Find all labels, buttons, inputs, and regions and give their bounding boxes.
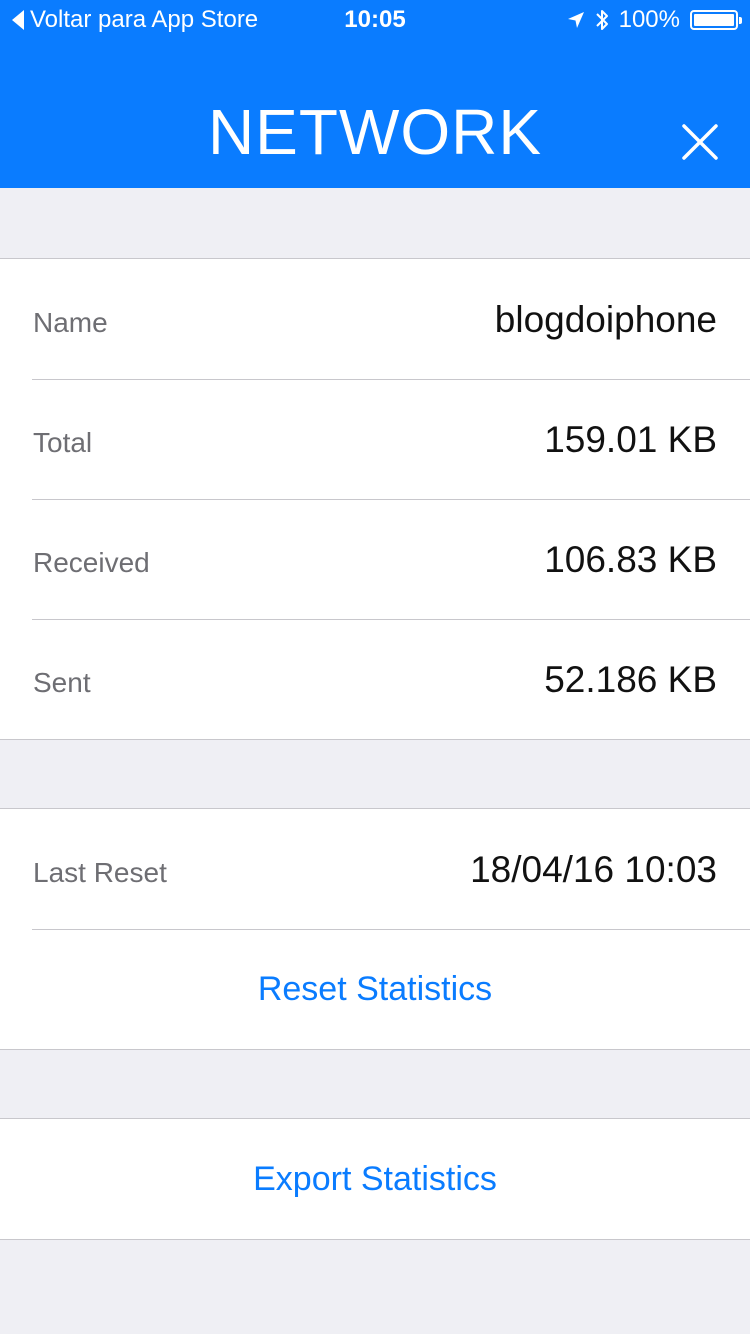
last-reset-label: Last Reset — [33, 857, 167, 888]
network-stats-section: Name blogdoiphone Total 159.01 KB Receiv… — [0, 258, 750, 740]
network-screen: Voltar para App Store 10:05 100% NETWORK — [0, 0, 750, 1334]
stats-row-received: Received 106.83 KB — [0, 499, 750, 619]
row-label: Name — [33, 307, 108, 338]
export-statistics-button[interactable]: Export Statistics — [0, 1119, 750, 1239]
export-section: Export Statistics — [0, 1118, 750, 1240]
battery-percentage: 100% — [618, 6, 680, 33]
close-icon — [682, 124, 718, 160]
row-value: 106.83 KB — [544, 539, 717, 580]
last-reset-row: Last Reset 18/04/16 10:03 — [0, 809, 750, 929]
status-indicators: 100% — [567, 0, 742, 40]
row-value: blogdoiphone — [494, 299, 717, 340]
battery-level-fill — [694, 14, 734, 26]
location-arrow-icon — [567, 12, 584, 28]
stats-row-name: Name blogdoiphone — [0, 259, 750, 379]
page-title: NETWORK — [207, 96, 543, 168]
reset-section: Last Reset 18/04/16 10:03 Reset Statisti… — [0, 808, 750, 1050]
last-reset-value: 18/04/16 10:03 — [470, 849, 717, 890]
close-button[interactable] — [678, 120, 722, 164]
status-bar: Voltar para App Store 10:05 100% — [0, 0, 750, 40]
back-arrow-icon — [12, 10, 24, 30]
back-link-label: Voltar para App Store — [30, 6, 259, 33]
header-bar: Voltar para App Store 10:05 100% NETWORK — [0, 0, 750, 188]
row-value: 52.186 KB — [544, 659, 717, 700]
bluetooth-icon — [595, 10, 608, 30]
reset-statistics-row[interactable]: Reset Statistics — [0, 929, 750, 1049]
reset-statistics-button[interactable]: Reset Statistics — [0, 929, 750, 1049]
back-to-app-store-link[interactable]: Voltar para App Store — [12, 0, 258, 40]
stats-row-total: Total 159.01 KB — [0, 379, 750, 499]
stats-row-sent: Sent 52.186 KB — [0, 619, 750, 739]
export-statistics-row[interactable]: Export Statistics — [0, 1119, 750, 1239]
row-label: Sent — [33, 667, 91, 698]
row-value: 159.01 KB — [544, 419, 717, 460]
row-label: Total — [33, 427, 93, 458]
row-label: Received — [33, 547, 150, 578]
battery-icon — [690, 10, 742, 30]
